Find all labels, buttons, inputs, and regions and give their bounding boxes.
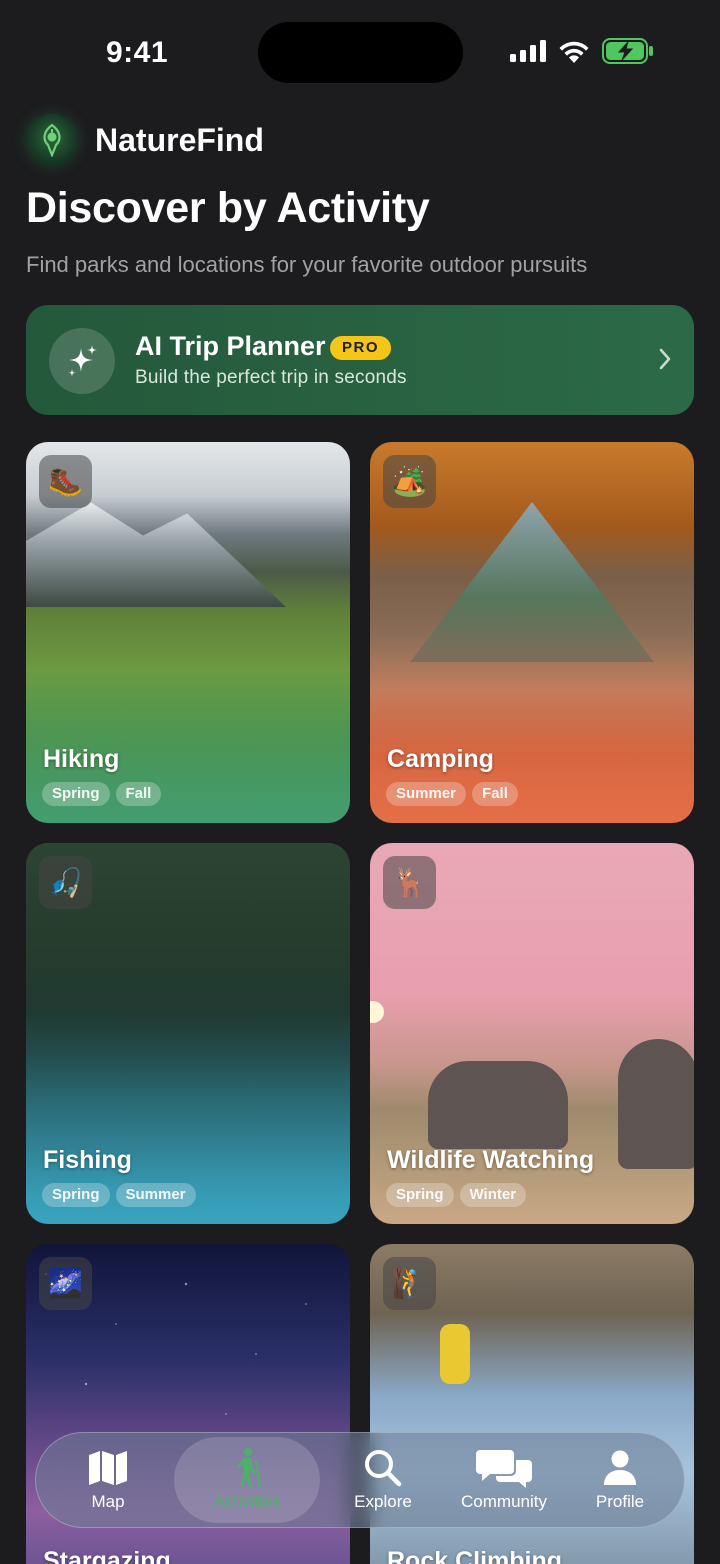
climber-icon: 🧗 (383, 1257, 436, 1310)
tab-label: Map (91, 1492, 125, 1511)
deer-icon: 🦌 (383, 856, 436, 909)
season-tag: Fall (115, 782, 162, 806)
tent-photo-decor (410, 502, 654, 662)
cellular-signal-icon (510, 40, 546, 62)
tab-activities[interactable]: Activities (174, 1437, 320, 1523)
season-tag: Spring (42, 1183, 110, 1207)
person-icon (604, 1450, 636, 1485)
ai-banner-title: AI Trip Planner (135, 331, 326, 361)
season-tag: Summer (386, 782, 467, 806)
activity-card-hiking[interactable]: 🥾 Hiking Spring Fall (26, 442, 350, 823)
wifi-icon (559, 41, 589, 63)
activity-card-title: Fishing (43, 1146, 132, 1174)
pro-badge: PRO (330, 336, 392, 360)
season-tag: Summer (115, 1183, 196, 1207)
season-tags: Summer Fall (386, 782, 518, 806)
season-tag: Spring (42, 782, 110, 806)
ai-trip-planner-banner[interactable]: AI Trip Planner PRO Build the perfect tr… (26, 305, 694, 415)
chat-bubbles-icon (476, 1450, 532, 1488)
activity-card-fishing[interactable]: 🎣 Fishing Spring Summer (26, 843, 350, 1224)
season-tag: Spring (386, 1183, 454, 1207)
climber-photo-decor (440, 1324, 470, 1384)
tab-explore[interactable]: Explore (330, 1437, 436, 1523)
activity-card-title: Wildlife Watching (387, 1146, 595, 1174)
season-tags: Spring Summer (42, 1183, 196, 1207)
bottom-tab-bar: Map Activities Explore Community Profile (35, 1432, 685, 1528)
activity-card-title: Stargazing (43, 1547, 171, 1564)
activity-card-wildlife-watching[interactable]: 🦌 Wildlife Watching Spring Winter (370, 843, 694, 1224)
sparkles-icon (49, 328, 115, 394)
season-tag: Winter (459, 1183, 527, 1207)
tab-label: Community (461, 1492, 547, 1511)
season-tags: Spring Winter (386, 1183, 527, 1207)
season-tags: Spring Fall (42, 782, 162, 806)
hiker-icon (237, 1448, 261, 1489)
season-tag: Fall (472, 782, 518, 806)
activity-card-title: Camping (387, 745, 494, 773)
sun-photo-decor (370, 1001, 384, 1023)
app-header: NatureFind (26, 114, 264, 166)
tent-icon: 🏕️ (383, 455, 436, 508)
tab-label: Activities (213, 1492, 281, 1511)
activity-card-title: Rock Climbing (387, 1547, 563, 1564)
battery-charging-icon (602, 38, 653, 64)
tab-community[interactable]: Community (446, 1437, 562, 1523)
tab-label: Explore (354, 1492, 412, 1511)
app-logo (26, 114, 78, 166)
mountain-photo-decor (26, 502, 286, 607)
activity-card-camping[interactable]: 🏕️ Camping Summer Fall (370, 442, 694, 823)
tab-map[interactable]: Map (44, 1437, 172, 1523)
status-bar: 9:41 (0, 0, 720, 100)
elephant-photo-decor (428, 1061, 568, 1149)
elephant-photo-decor (618, 1039, 694, 1169)
hiking-boot-icon: 🥾 (39, 455, 92, 508)
fishing-pole-icon: 🎣 (39, 856, 92, 909)
page-subtitle: Find parks and locations for your favori… (26, 252, 588, 277)
map-icon (89, 1451, 127, 1485)
dynamic-island (258, 22, 463, 83)
status-time: 9:41 (106, 36, 169, 69)
tab-profile[interactable]: Profile (570, 1437, 670, 1523)
status-icons (510, 38, 654, 64)
milky-way-icon: 🌌 (39, 1257, 92, 1310)
tab-label: Profile (595, 1492, 645, 1511)
chevron-right-icon (659, 348, 671, 370)
app-name: NatureFind (95, 121, 264, 158)
activity-card-title: Hiking (43, 745, 120, 773)
page-title: Discover by Activity (26, 184, 430, 232)
search-icon (365, 1450, 402, 1487)
leaf-location-icon (43, 123, 61, 157)
ai-banner-subtitle: Build the perfect trip in seconds (135, 367, 407, 388)
